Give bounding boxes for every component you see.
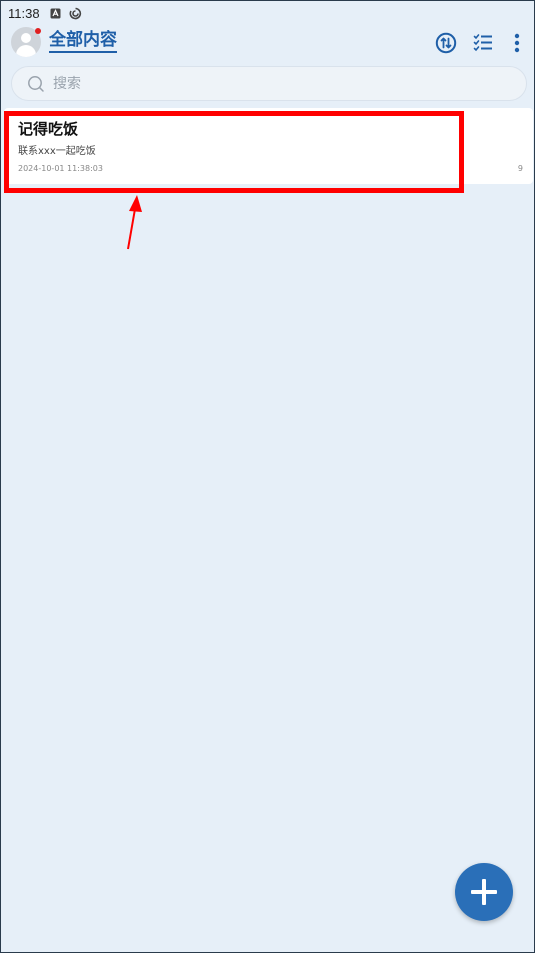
add-note-button[interactable] (455, 863, 513, 921)
plus-icon (471, 879, 497, 905)
annotation-arrow (127, 195, 142, 250)
